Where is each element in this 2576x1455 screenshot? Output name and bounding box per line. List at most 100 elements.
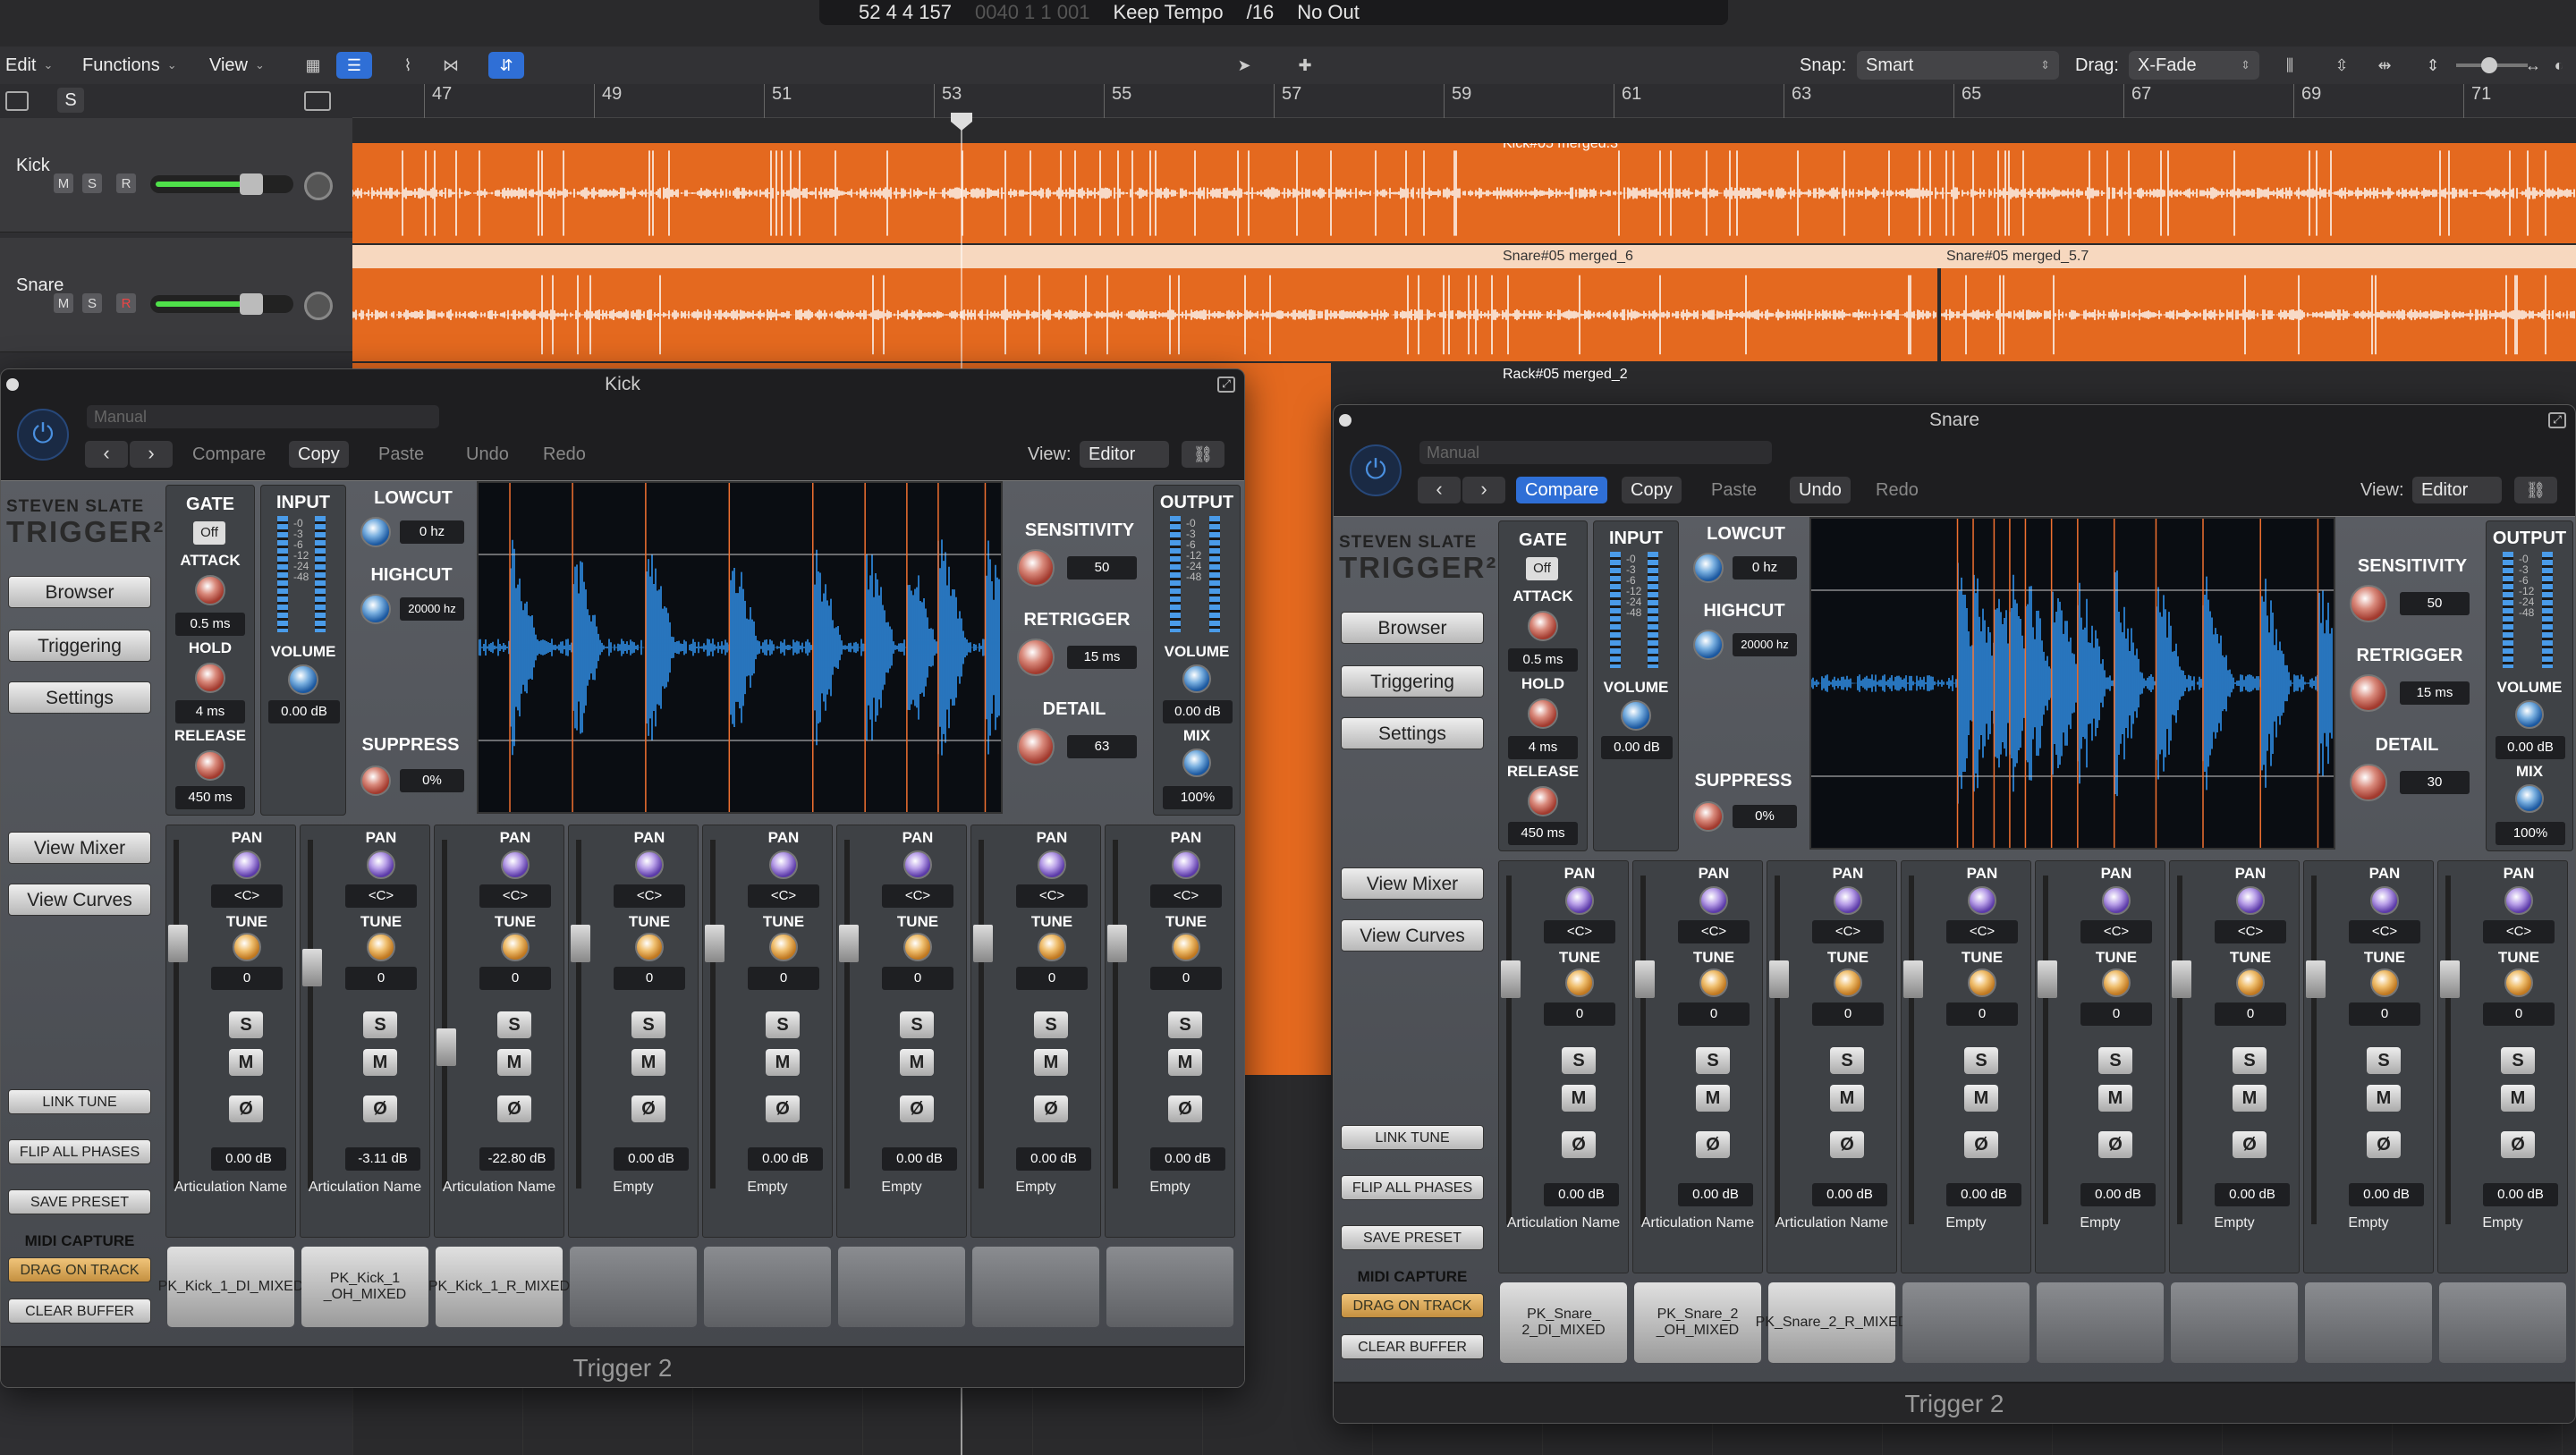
- pan-value[interactable]: <C>: [1016, 884, 1088, 908]
- sample-pad[interactable]: PK_Kick_1_R_MIXED: [428, 1247, 570, 1327]
- paste-button[interactable]: Paste: [369, 441, 433, 468]
- channel-fader-thumb[interactable]: [1769, 960, 1789, 998]
- retrigger-knob-icon[interactable]: [1017, 639, 1055, 676]
- sample-pad[interactable]: PK_Snare_ 2_DI_MIXED: [1500, 1282, 1627, 1363]
- channel-volume-value[interactable]: 0.00 dB: [748, 1147, 823, 1171]
- solo-button[interactable]: S: [229, 1011, 263, 1038]
- pan-value[interactable]: <C>: [1812, 920, 1884, 943]
- channel-fader-thumb[interactable]: [2306, 960, 2326, 998]
- mute-button[interactable]: M: [1964, 1085, 1998, 1112]
- list-view-icon[interactable]: ☰: [336, 52, 372, 79]
- pan-knob-icon[interactable]: [635, 850, 664, 879]
- mute-button[interactable]: M: [900, 1049, 934, 1076]
- output-volume-value[interactable]: 0.00 dB: [2496, 736, 2565, 759]
- phase-flip-button[interactable]: Ø: [2367, 1131, 2401, 1158]
- automation-icon[interactable]: ⌇: [390, 52, 426, 79]
- pan-knob-icon[interactable]: [1172, 850, 1200, 879]
- global-solo-button[interactable]: S: [57, 88, 84, 113]
- pan-value[interactable]: <C>: [211, 884, 283, 908]
- grid-view-icon[interactable]: ▦: [295, 52, 331, 79]
- output-volume-knob-icon[interactable]: [2515, 700, 2544, 729]
- tune-value[interactable]: 0: [2080, 1002, 2152, 1026]
- channel-volume-value[interactable]: 0.00 dB: [2215, 1183, 2290, 1206]
- playhead-handle[interactable]: [951, 113, 972, 131]
- channel-fader-thumb[interactable]: [2172, 960, 2191, 998]
- tune-value[interactable]: 0: [1150, 967, 1222, 990]
- lowcut-value[interactable]: 0 hz: [400, 520, 464, 544]
- mute-button[interactable]: M: [2233, 1085, 2267, 1112]
- edit-menu[interactable]: Edit ⌄: [5, 47, 53, 84]
- browser-button[interactable]: Browser: [8, 576, 151, 608]
- compare-button[interactable]: Compare: [183, 441, 275, 468]
- mix-knob-icon[interactable]: [1182, 749, 1211, 777]
- drag-on-track-button[interactable]: DRAG ON TRACK: [1341, 1293, 1484, 1318]
- solo-button[interactable]: S: [1034, 1011, 1068, 1038]
- channel-volume-value[interactable]: 0.00 dB: [2483, 1183, 2558, 1206]
- channel-volume-value[interactable]: 0.00 dB: [882, 1147, 957, 1171]
- sensitivity-knob-icon[interactable]: [2350, 585, 2387, 622]
- view-curves-button[interactable]: View Curves: [1341, 919, 1484, 952]
- settings-button[interactable]: Settings: [1341, 717, 1484, 749]
- add-region-icon[interactable]: [304, 91, 331, 111]
- articulation-name[interactable]: Empty: [1106, 1180, 1234, 1196]
- pan-value[interactable]: <C>: [2080, 920, 2152, 943]
- tune-knob-icon[interactable]: [1968, 969, 1996, 997]
- power-icon[interactable]: ⏻: [1350, 444, 1402, 496]
- prev-preset-button[interactable]: ‹: [1418, 477, 1461, 503]
- solo-button[interactable]: S: [497, 1011, 531, 1038]
- bar-ruler[interactable]: 47 49 51 53 55 57 59 61 63 65 67 69 71: [352, 84, 2576, 118]
- articulation-name[interactable]: Empty: [971, 1180, 1100, 1196]
- sample-pad[interactable]: [704, 1247, 831, 1327]
- flip-phases-button[interactable]: FLIP ALL PHASES: [8, 1139, 151, 1164]
- redo-button[interactable]: Redo: [534, 441, 595, 468]
- solo-button[interactable]: S: [1830, 1047, 1864, 1074]
- tune-knob-icon[interactable]: [769, 933, 798, 961]
- input-volume-value[interactable]: 0.00 dB: [268, 700, 340, 723]
- mute-button[interactable]: M: [766, 1049, 800, 1076]
- tune-knob-icon[interactable]: [233, 933, 261, 961]
- tune-knob-icon[interactable]: [2102, 969, 2131, 997]
- tune-value[interactable]: 0: [1812, 1002, 1884, 1026]
- tune-value[interactable]: 0: [882, 967, 953, 990]
- pan-knob-icon[interactable]: [2370, 886, 2399, 915]
- mute-button[interactable]: M: [631, 1049, 665, 1076]
- articulation-name[interactable]: Articulation Name: [1499, 1215, 1628, 1231]
- retrigger-value[interactable]: 15 ms: [1067, 646, 1137, 669]
- solo-button[interactable]: S: [82, 173, 102, 193]
- highcut-knob-icon[interactable]: [360, 594, 391, 624]
- flip-phases-button[interactable]: FLIP ALL PHASES: [1341, 1175, 1484, 1200]
- volume-thumb[interactable]: [240, 173, 263, 195]
- sample-pad[interactable]: PK_Snare_2_R_MIXED: [1756, 1282, 1908, 1363]
- sensitivity-knob-icon[interactable]: [1017, 549, 1055, 587]
- pan-knob-icon[interactable]: [769, 850, 798, 879]
- channel-volume-value[interactable]: -3.11 dB: [345, 1147, 420, 1171]
- vertical-zoom-icon[interactable]: ⇳: [2324, 52, 2360, 79]
- solo-button[interactable]: S: [766, 1011, 800, 1038]
- channel-volume-value[interactable]: 0.00 dB: [1812, 1183, 1887, 1206]
- vzoom-slider-icon[interactable]: ⇕: [2415, 52, 2451, 79]
- tune-knob-icon[interactable]: [501, 933, 530, 961]
- channel-volume-value[interactable]: 0.00 dB: [1678, 1183, 1753, 1206]
- mix-knob-icon[interactable]: [2515, 784, 2544, 813]
- undo-button[interactable]: Undo: [457, 441, 518, 468]
- solo-button[interactable]: S: [1696, 1047, 1730, 1074]
- pan-knob-icon[interactable]: [1968, 886, 1996, 915]
- mute-button[interactable]: M: [363, 1049, 397, 1076]
- audio-region-snare[interactable]: [352, 268, 1937, 361]
- detail-value[interactable]: 63: [1067, 735, 1137, 758]
- articulation-name[interactable]: Articulation Name: [301, 1180, 429, 1196]
- prev-preset-button[interactable]: ‹: [85, 441, 128, 468]
- phase-flip-button[interactable]: Ø: [2501, 1131, 2535, 1158]
- phase-flip-button[interactable]: Ø: [900, 1095, 934, 1122]
- channel-volume-value[interactable]: -22.80 dB: [479, 1147, 555, 1171]
- attack-knob-icon[interactable]: [1528, 611, 1558, 641]
- paste-button[interactable]: Paste: [1702, 477, 1766, 503]
- save-preset-button[interactable]: SAVE PRESET: [8, 1189, 151, 1214]
- solo-button[interactable]: S: [900, 1011, 934, 1038]
- plugin-window-snare[interactable]: Snare ⤢ Manual ⏻ ‹ › Compare Copy Paste …: [1333, 404, 2576, 1424]
- sample-pad[interactable]: [2037, 1282, 2164, 1363]
- tune-knob-icon[interactable]: [2370, 969, 2399, 997]
- volume-slider[interactable]: [150, 293, 293, 315]
- pan-value[interactable]: <C>: [2349, 920, 2420, 943]
- pan-knob-icon[interactable]: [304, 292, 333, 320]
